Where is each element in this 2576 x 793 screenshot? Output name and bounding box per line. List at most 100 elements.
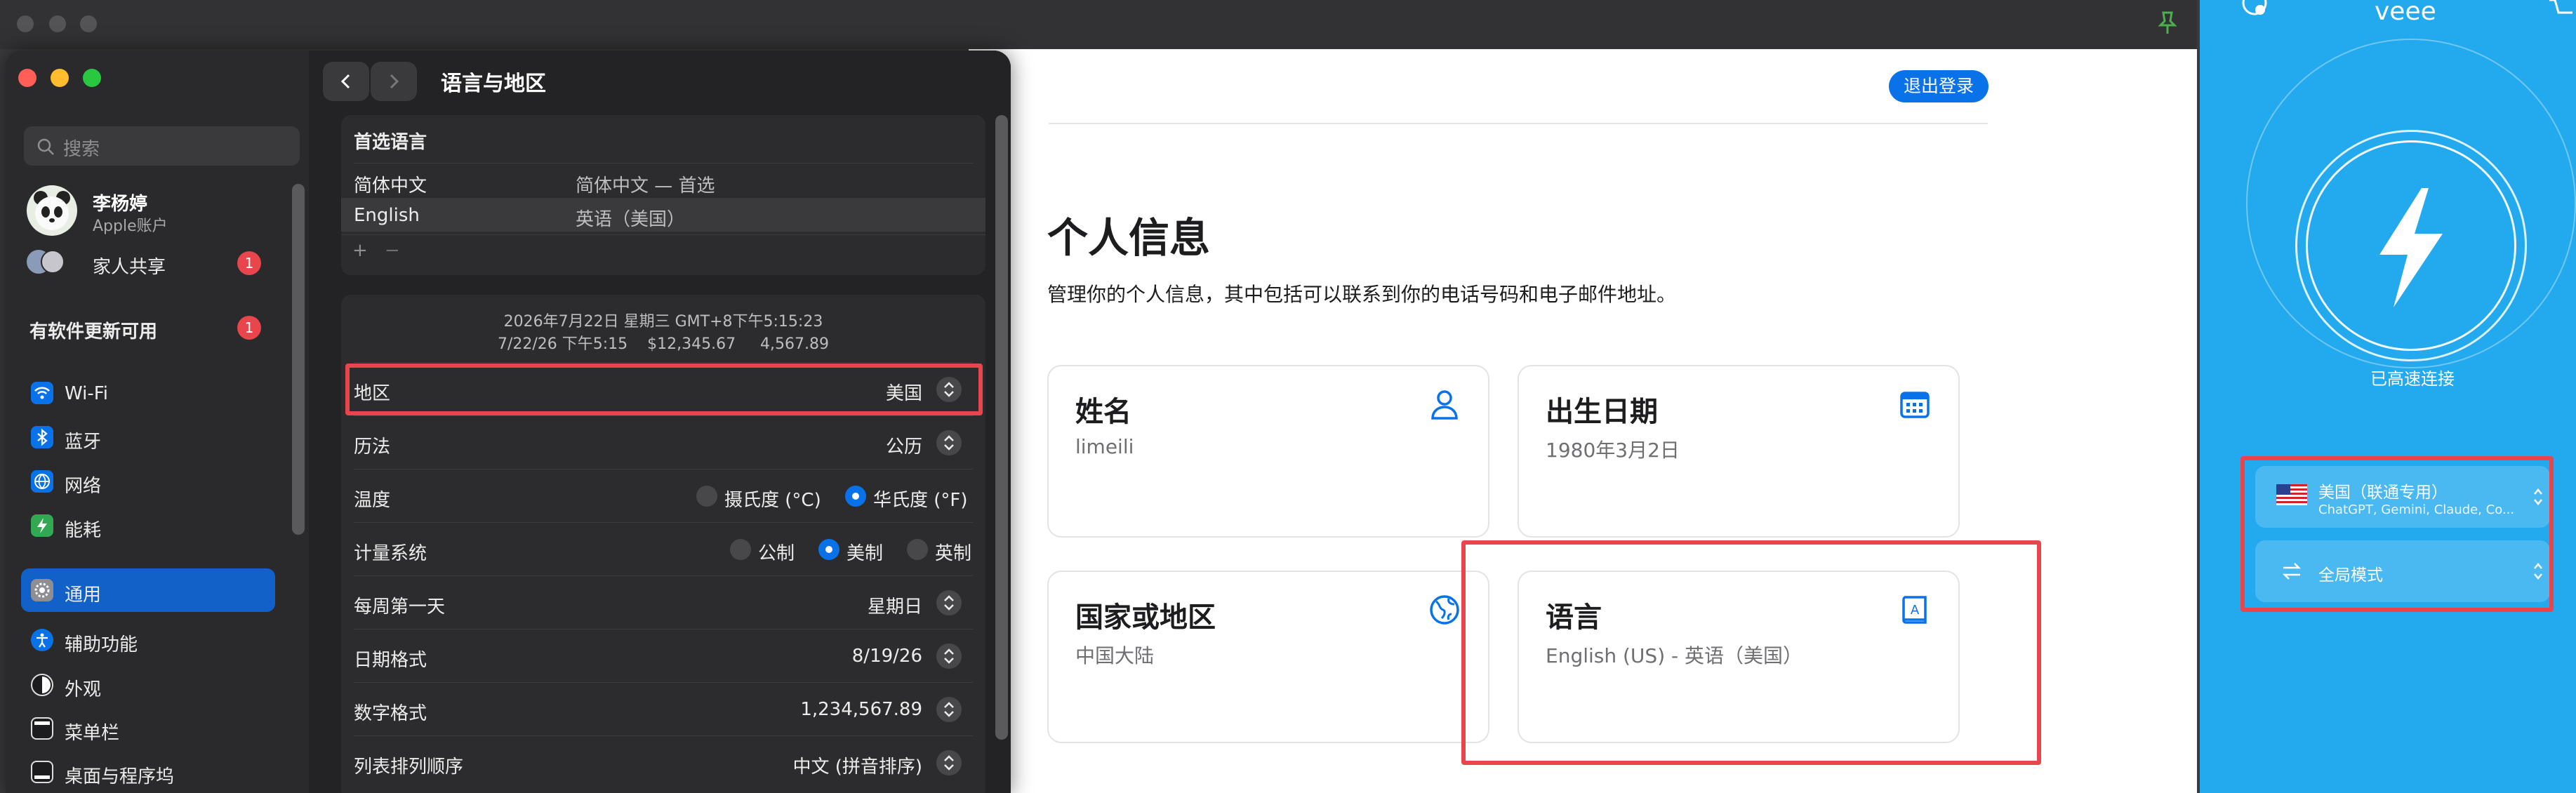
- list-sort-value: 中文 (拼音排序): [792, 757, 922, 778]
- search-input[interactable]: 搜索: [24, 126, 300, 166]
- measurement-row: 计量系统 公制 美制 英制: [341, 524, 985, 575]
- list-sort-row[interactable]: 列表排列顺序 中文 (拼音排序): [341, 737, 985, 789]
- calendar-icon: [1900, 392, 1930, 418]
- chevron-updown-icon[interactable]: [936, 644, 962, 669]
- sidebar-scrollbar[interactable]: [292, 184, 305, 535]
- connection-status: 已高速连接: [2370, 369, 2455, 389]
- sidebar-item-wifi[interactable]: Wi-Fi: [21, 373, 274, 413]
- page-title: 个人信息: [1047, 214, 1211, 262]
- us-label: 美制: [847, 543, 884, 564]
- software-update-label[interactable]: 有软件更新可用: [29, 317, 157, 343]
- sidebar-item-menubar[interactable]: 菜单栏: [21, 709, 274, 748]
- chevron-left-icon: [340, 74, 350, 89]
- avatar[interactable]: [27, 185, 77, 236]
- card-value: limeili: [1075, 435, 1134, 458]
- date-format-row[interactable]: 日期格式 8/19/26: [341, 630, 985, 682]
- preferred-languages-group: 首选语言 简体中文 简体中文 — 首选 English 英语（美国） + −: [341, 115, 985, 275]
- sidebar-item-desktop-dock[interactable]: 桌面与程序坞: [21, 752, 274, 792]
- divider: [354, 735, 973, 736]
- family-sharing-label[interactable]: 家人共享: [93, 253, 166, 279]
- fahrenheit-radio[interactable]: [845, 486, 866, 507]
- forward-button[interactable]: [371, 62, 417, 101]
- sidebar-item-bluetooth[interactable]: 蓝牙: [21, 418, 274, 457]
- chevron-updown-icon[interactable]: [936, 750, 962, 775]
- divider: [354, 415, 973, 416]
- chevron-updown-icon[interactable]: [936, 430, 962, 455]
- search-placeholder: 搜索: [63, 139, 100, 160]
- pin-icon[interactable]: [2153, 8, 2182, 36]
- content-scrollbar[interactable]: [995, 115, 1008, 740]
- close-button[interactable]: [18, 69, 36, 87]
- user-subtitle: Apple账户: [93, 218, 168, 235]
- us-radio[interactable]: [818, 539, 839, 560]
- family-badge: 1: [237, 251, 261, 275]
- zoom-button[interactable]: [83, 69, 101, 87]
- sidebar-item-energy[interactable]: 能耗: [21, 506, 274, 545]
- card-country[interactable]: 国家或地区 中国大陆: [1047, 571, 1489, 743]
- sidebar-item-label: Wi-Fi: [65, 383, 109, 404]
- divider: [341, 234, 985, 235]
- language-name: English: [354, 205, 420, 226]
- celsius-radio[interactable]: [696, 486, 717, 507]
- chevron-updown-icon[interactable]: [936, 697, 962, 722]
- row-label: 温度: [354, 490, 391, 511]
- logout-button[interactable]: 退出登录: [1889, 70, 1989, 102]
- user-name: 李杨婷: [93, 194, 148, 215]
- uk-radio[interactable]: [907, 539, 928, 560]
- sidebar-item-label: 能耗: [65, 520, 102, 541]
- inactive-minimize-dot[interactable]: [49, 15, 66, 32]
- inactive-zoom-dot[interactable]: [80, 15, 97, 32]
- group-header: 首选语言: [354, 132, 427, 153]
- uk-label: 英制: [935, 543, 972, 564]
- row-label: 数字格式: [354, 703, 427, 724]
- sidebar-item-label: 网络: [65, 476, 102, 497]
- fahrenheit-label: 华氏度 (°F): [873, 490, 968, 511]
- calendar-row[interactable]: 历法 公历: [341, 417, 985, 469]
- globe-icon: [31, 470, 53, 493]
- family-avatar: [41, 250, 65, 274]
- row-label: 每周第一天: [354, 597, 446, 618]
- sidebar-item-label: 通用: [65, 585, 102, 606]
- page-description: 管理你的个人信息，其中包括可以联系到你的电话号码和电子邮件地址。: [1047, 283, 1677, 306]
- system-settings-window: 搜索 李杨婷 Apple账户 家人共享 1 有软件更新可用 1 Wi-Fi 蓝牙…: [6, 51, 1011, 793]
- first-day-row[interactable]: 每周第一天 星期日: [341, 577, 985, 629]
- card-value: 1980年3月2日: [1546, 439, 1680, 462]
- divider: [354, 163, 973, 164]
- back-button[interactable]: [323, 62, 369, 101]
- divider: [354, 575, 973, 576]
- cart-icon[interactable]: [2548, 0, 2576, 18]
- language-row[interactable]: 简体中文 简体中文 — 首选: [341, 164, 985, 196]
- language-desc: 简体中文 — 首选: [576, 175, 715, 196]
- divider: [354, 682, 973, 683]
- number-format-value: 1,234,567.89: [800, 699, 922, 720]
- card-title: 国家或地区: [1075, 601, 1216, 634]
- wifi-icon: [31, 382, 53, 404]
- language-desc: 英语（美国）: [576, 209, 686, 230]
- calendar-value: 公历: [885, 437, 922, 458]
- row-label: 日期格式: [354, 650, 427, 671]
- card-birthdate[interactable]: 出生日期 1980年3月2日: [1518, 365, 1960, 538]
- sidebar-item-accessibility[interactable]: 辅助功能: [21, 620, 274, 660]
- format-preview-line1: 2026年7月22日 星期三 GMT+8下午5:15:23: [503, 313, 823, 331]
- remove-language-button[interactable]: −: [385, 240, 400, 261]
- celsius-label: 摄氏度 (°C): [724, 490, 821, 511]
- chevron-right-icon: [390, 74, 399, 89]
- sidebar-item-label: 菜单栏: [65, 723, 120, 744]
- chevron-updown-icon[interactable]: [936, 590, 962, 615]
- date-format-value: 8/19/26: [851, 646, 922, 667]
- search-icon: [37, 138, 54, 155]
- metric-radio[interactable]: [730, 539, 751, 560]
- add-language-button[interactable]: +: [352, 240, 368, 261]
- dock-icon: [31, 761, 53, 783]
- highlight-box-language: [1461, 540, 2041, 765]
- number-format-row[interactable]: 数字格式 1,234,567.89: [341, 684, 985, 735]
- sidebar-item-general[interactable]: 通用: [21, 568, 275, 612]
- sidebar-item-appearance[interactable]: 外观: [21, 665, 274, 705]
- page-title: 语言与地区: [441, 72, 546, 96]
- sidebar-item-network[interactable]: 网络: [21, 462, 274, 501]
- card-name[interactable]: 姓名 limeili: [1047, 365, 1489, 538]
- account-icon[interactable]: [2239, 0, 2270, 21]
- inactive-close-dot[interactable]: [17, 15, 34, 32]
- language-row[interactable]: English 英语（美国）: [341, 198, 985, 232]
- minimize-button[interactable]: [51, 69, 69, 87]
